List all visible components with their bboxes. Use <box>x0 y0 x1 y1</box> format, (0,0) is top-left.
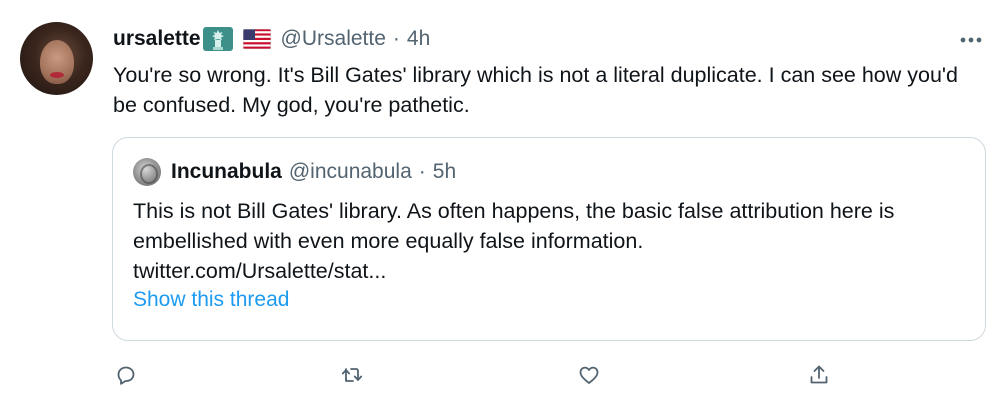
reply-button[interactable] <box>112 361 140 389</box>
quoted-tweet-header: Incunabula @incunabula · 5h <box>133 158 456 186</box>
quoted-separator-dot: · <box>418 160 426 183</box>
tweet-header: ursalette @Ursalette · 4h <box>113 26 430 52</box>
timestamp[interactable]: 4h <box>407 27 430 51</box>
display-name[interactable]: ursalette <box>113 27 201 51</box>
statue-of-liberty-icon <box>202 27 233 51</box>
handle[interactable]: @Ursalette <box>281 27 386 51</box>
avatar-lips <box>50 72 64 78</box>
separator-dot: · <box>392 27 400 50</box>
quoted-timestamp: 5h <box>432 160 457 183</box>
quoted-tweet-text: This is not Bill Gates' library. As ofte… <box>133 199 895 253</box>
share-icon <box>810 365 828 384</box>
quoted-avatar <box>133 158 161 186</box>
retweet-button[interactable] <box>338 361 366 389</box>
quoted-tweet-text-block: This is not Bill Gates' library. As ofte… <box>133 196 963 286</box>
reply-icon <box>117 366 135 385</box>
show-thread-link[interactable]: Show this thread <box>133 288 289 312</box>
share-button[interactable] <box>805 361 833 389</box>
like-button[interactable] <box>575 361 603 389</box>
heart-icon <box>579 366 599 384</box>
more-options-icon[interactable] <box>956 30 986 50</box>
avatar[interactable] <box>20 22 93 95</box>
quoted-tweet-link[interactable]: twitter.com/Ursalette/stat... <box>133 256 963 286</box>
tweet[interactable]: ursalette @Ursalette · 4h You're so wron… <box>0 0 1006 410</box>
tweet-text: You're so wrong. It's Bill Gates' librar… <box>113 63 958 117</box>
quoted-display-name: Incunabula <box>171 160 282 183</box>
retweet-icon <box>341 368 363 382</box>
us-flag-icon <box>242 28 271 50</box>
quoted-handle: @incunabula <box>288 160 412 183</box>
action-bar <box>112 361 842 389</box>
quoted-tweet[interactable]: Incunabula @incunabula · 5h This is not … <box>112 137 986 341</box>
